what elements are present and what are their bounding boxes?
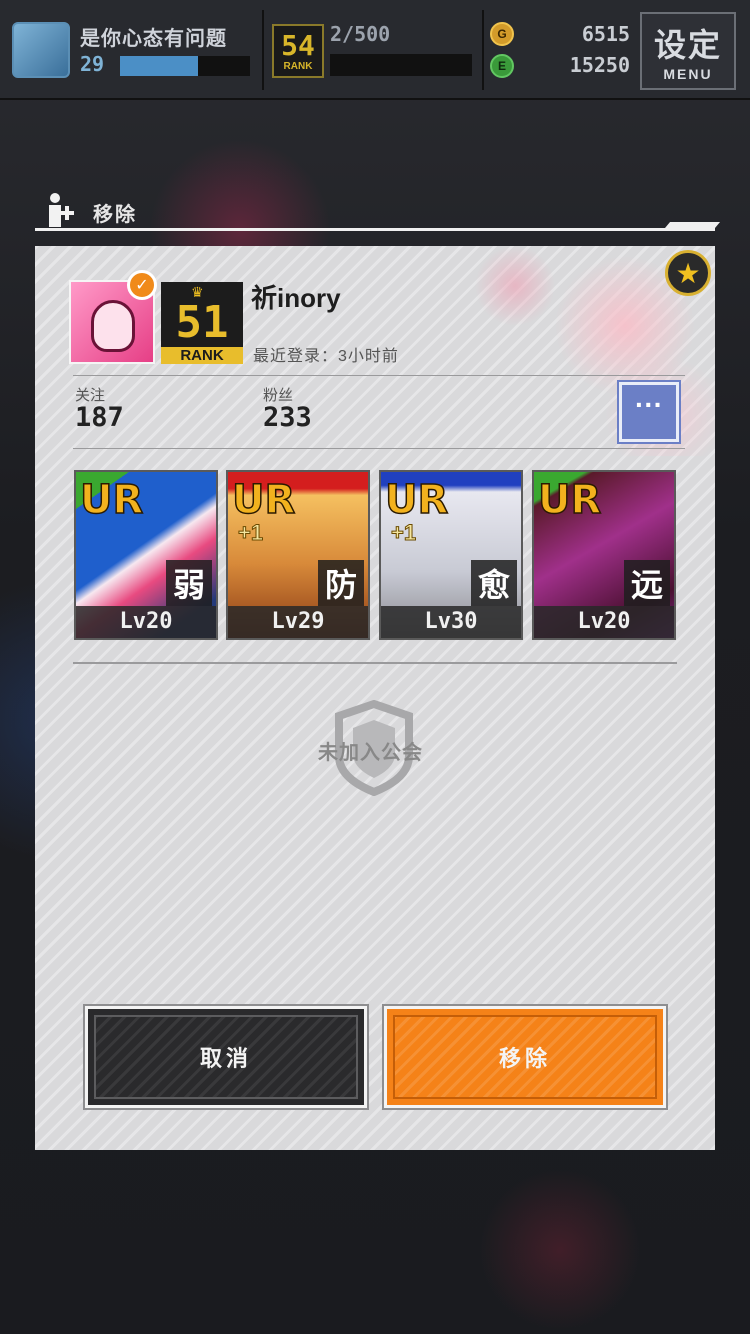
- gold-coin-icon: G: [490, 22, 514, 46]
- profile-name: 祈inory: [251, 283, 341, 313]
- cancel-button[interactable]: 取消: [83, 1004, 369, 1110]
- card-role: 弱: [166, 560, 212, 606]
- menu-button-label: 设定: [653, 27, 722, 63]
- card-rarity: UR: [79, 477, 144, 523]
- card-rarity: UR: [231, 477, 296, 523]
- card-level: Lv30: [381, 606, 521, 638]
- last-login: 最近登录：3小时前: [253, 348, 399, 365]
- crown-icon: ♛: [191, 284, 204, 300]
- fans-count: 233: [263, 402, 312, 433]
- card-slot-4[interactable]: UR 远 Lv20: [532, 470, 676, 640]
- hud-divider: [482, 10, 484, 90]
- more-options-button[interactable]: ···: [617, 380, 681, 444]
- energy-amount: 15250: [569, 53, 630, 77]
- player-rank-number: 54: [281, 28, 315, 62]
- card-plus: +1: [237, 520, 264, 546]
- dialog-header-rule: [35, 228, 715, 231]
- card-level: Lv20: [534, 606, 674, 638]
- remove-friend-panel: ★ ✓ ♛ 51 RANK 祈inory 最近登录：3小时前 关注 187 粉丝…: [35, 246, 715, 1150]
- remove-button-label: 移除: [498, 1046, 551, 1071]
- card-role: 防: [318, 560, 364, 606]
- divider: [73, 662, 677, 664]
- card-plus: +1: [390, 520, 417, 546]
- player-name: 是你心态有问题: [80, 28, 227, 50]
- profile-rank-badge: ♛ 51 RANK: [161, 282, 243, 364]
- guild-status: 未加入公会: [318, 742, 423, 764]
- card-slot-3[interactable]: UR +1 愈 Lv30: [379, 470, 523, 640]
- xp-bar: [120, 56, 250, 76]
- divider: [73, 448, 685, 449]
- player-rank-label: RANK: [283, 60, 313, 72]
- gold-amount: 6515: [581, 22, 630, 46]
- hud-divider: [262, 10, 264, 90]
- remove-button[interactable]: 移除: [382, 1004, 668, 1110]
- profile-rank-label: RANK: [161, 347, 243, 364]
- card-rarity: UR: [384, 477, 449, 523]
- card-role: 远: [624, 560, 670, 606]
- energy-coin-icon: E: [490, 54, 514, 78]
- card-role: 愈: [471, 560, 517, 606]
- dialog-header-notch: [665, 222, 721, 228]
- stamina-bar: [330, 54, 472, 76]
- card-rarity: UR: [537, 477, 602, 523]
- card-slot-1[interactable]: UR 弱 Lv20: [74, 470, 218, 640]
- dialog-header: 移除: [35, 190, 721, 232]
- profile-rank-number: 51: [175, 297, 229, 348]
- card-slot-2[interactable]: UR +1 防 Lv29: [226, 470, 370, 640]
- stamina-value: 2/500: [330, 22, 391, 46]
- card-level: Lv29: [228, 606, 368, 638]
- divider: [73, 375, 685, 376]
- top-hud: 是你心态有问题 29 54 RANK 2/500 G 6515 E 15250 …: [0, 0, 750, 100]
- dialog-title: 移除: [93, 204, 137, 226]
- player-avatar[interactable]: [12, 22, 70, 78]
- star-icon[interactable]: ★: [665, 250, 711, 296]
- add-person-icon: [49, 193, 74, 227]
- player-level: 29: [80, 52, 105, 76]
- checkmark-icon: ✓: [127, 270, 157, 300]
- follow-count: 187: [75, 402, 124, 433]
- player-rank-badge: 54 RANK: [272, 24, 324, 78]
- xp-bar-fill: [120, 56, 198, 76]
- cancel-button-label: 取消: [199, 1046, 252, 1071]
- menu-button-sub: MENU: [663, 66, 713, 82]
- menu-button[interactable]: 设定 MENU: [640, 12, 736, 90]
- card-deck: UR 弱 Lv20 UR +1 防 Lv29 UR +1 愈 Lv30 UR 远…: [74, 470, 676, 640]
- avatar-face: [91, 300, 135, 352]
- card-level: Lv20: [76, 606, 216, 638]
